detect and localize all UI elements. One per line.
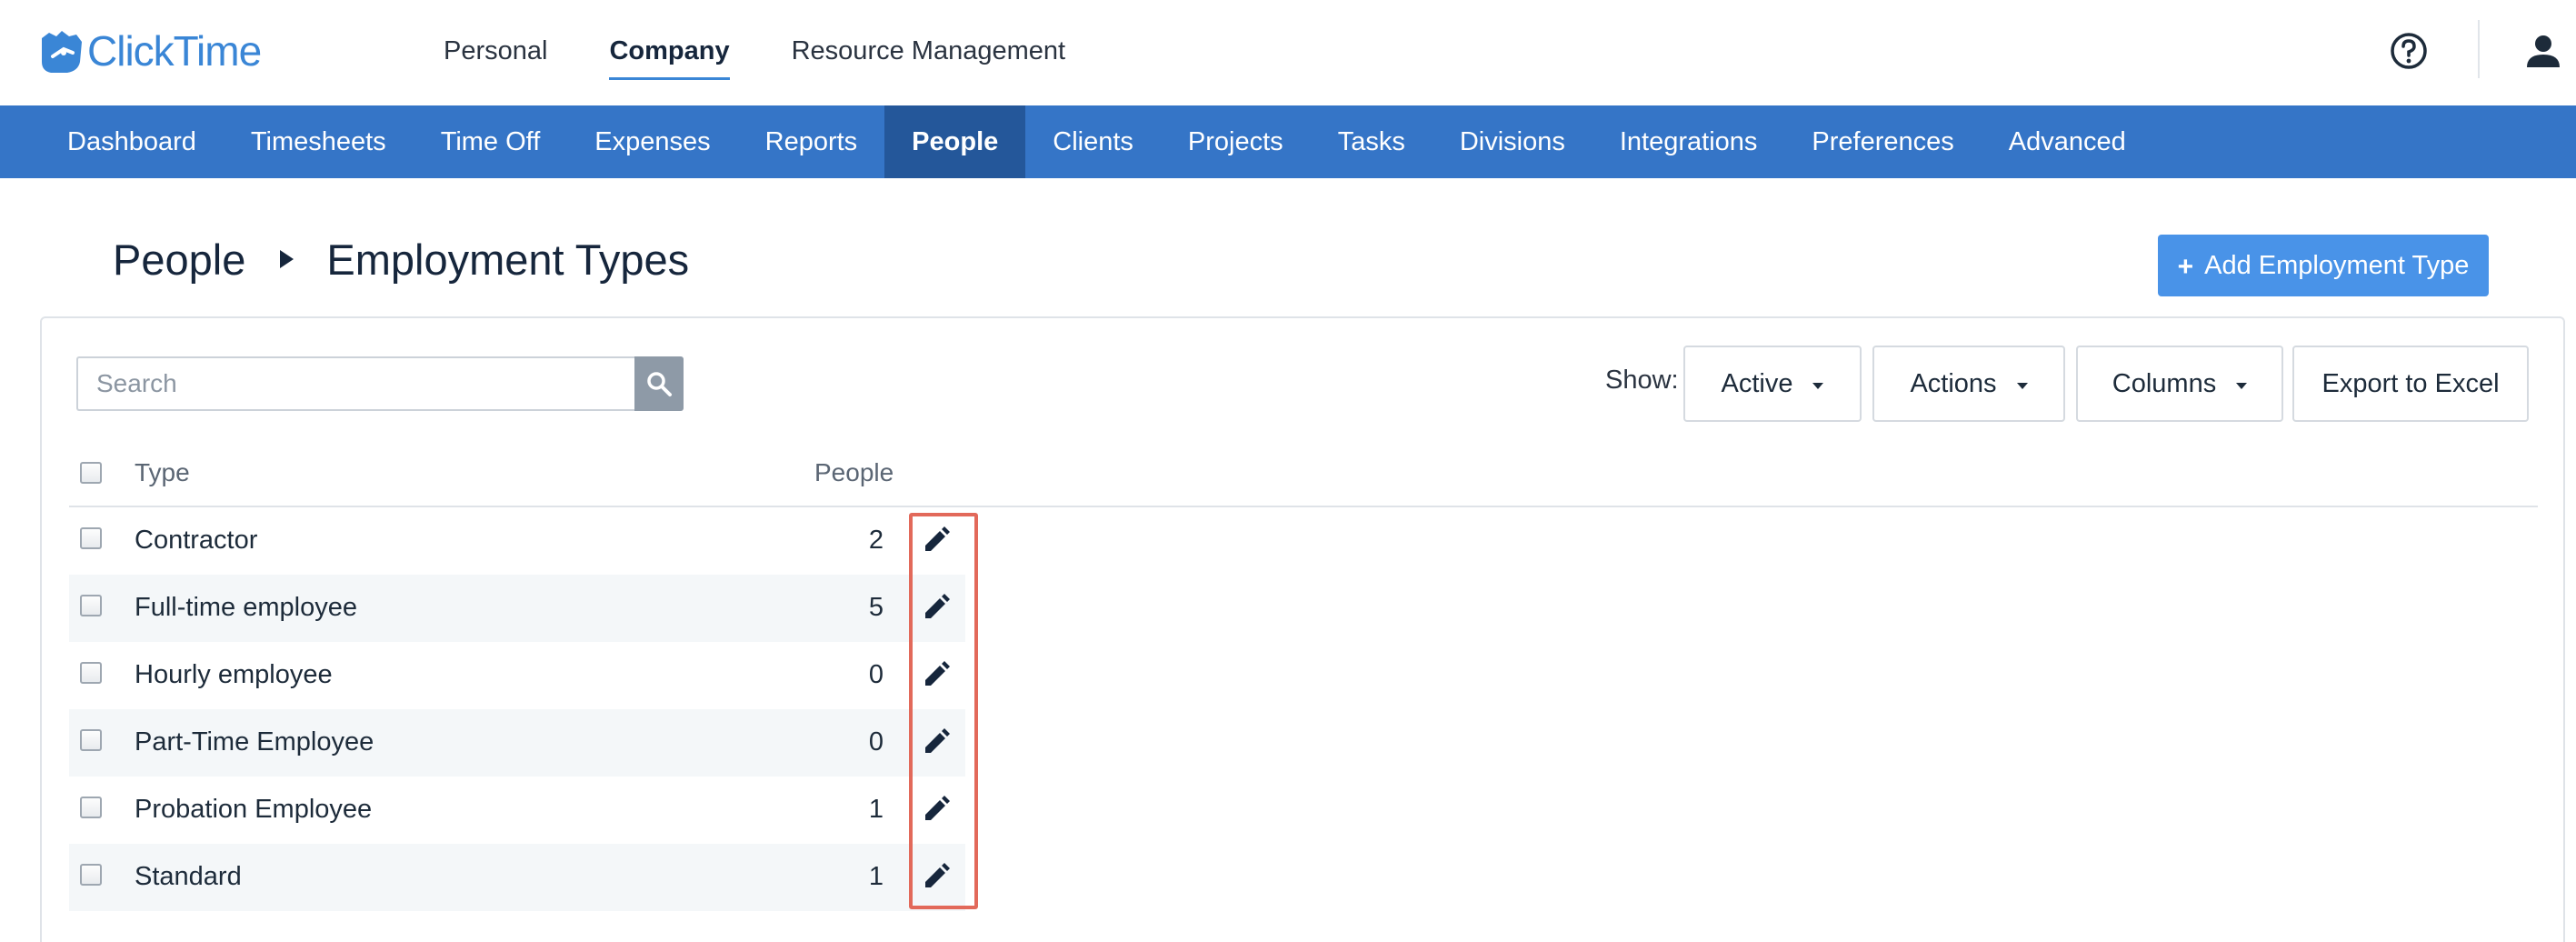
row-checkbox[interactable] xyxy=(80,864,102,886)
show-filter-dropdown[interactable]: Active xyxy=(1683,346,1862,422)
type-cell: Probation Employee xyxy=(135,795,373,824)
clicktime-logo-icon xyxy=(42,31,82,73)
people-count-cell: 5 xyxy=(868,593,884,622)
nav-expenses[interactable]: Expenses xyxy=(567,105,737,178)
breadcrumb: People Employment Types xyxy=(113,227,689,291)
row-checkbox[interactable] xyxy=(80,527,102,549)
show-label: Show: xyxy=(1605,366,1679,395)
nav-integrations[interactable]: Integrations xyxy=(1593,105,1785,178)
top-nav-resource-management[interactable]: Resource Management xyxy=(792,27,1065,78)
add-employment-type-label: Add Employment Type xyxy=(2204,250,2470,280)
table-row: Standard 1 xyxy=(69,844,965,911)
breadcrumb-parent[interactable]: People xyxy=(113,235,245,285)
type-cell: Full-time employee xyxy=(135,593,357,622)
nav-timesheets[interactable]: Timesheets xyxy=(224,105,414,178)
top-divider xyxy=(2478,20,2480,78)
show-filter-value: Active xyxy=(1721,368,1793,398)
caret-down-icon xyxy=(2236,382,2248,389)
columns-label: Columns xyxy=(2112,368,2217,398)
caret-down-icon xyxy=(2016,382,2028,389)
select-all-checkbox[interactable] xyxy=(80,462,102,484)
nav-time-off[interactable]: Time Off xyxy=(414,105,568,178)
top-nav-personal[interactable]: Personal xyxy=(444,27,547,78)
nav-advanced[interactable]: Advanced xyxy=(1982,105,2153,178)
top-nav: Personal Company Resource Management xyxy=(444,27,1127,80)
nav-tasks[interactable]: Tasks xyxy=(1311,105,1433,178)
nav-projects[interactable]: Projects xyxy=(1161,105,1311,178)
people-count-cell: 0 xyxy=(868,660,884,689)
add-employment-type-button[interactable]: + Add Employment Type xyxy=(2158,235,2489,296)
help-circle-icon[interactable] xyxy=(2389,31,2429,71)
row-checkbox[interactable] xyxy=(80,729,102,751)
row-checkbox[interactable] xyxy=(80,595,102,616)
nav-divisions[interactable]: Divisions xyxy=(1433,105,1593,178)
nav-preferences[interactable]: Preferences xyxy=(1784,105,1981,178)
page-title: Employment Types xyxy=(326,235,690,284)
column-header-type[interactable]: Type xyxy=(135,458,190,487)
table-row: Contractor 2 xyxy=(69,507,965,575)
nav-people[interactable]: People xyxy=(884,105,1026,178)
clicktime-logo[interactable]: ClickTime xyxy=(36,24,262,78)
table-header: Type People xyxy=(69,449,2538,507)
search-icon xyxy=(647,372,672,396)
table-row: Hourly employee 0 xyxy=(69,642,965,709)
search-input[interactable] xyxy=(76,356,634,411)
top-bar: ClickTime Personal Company Resource Mana… xyxy=(0,0,2576,105)
breadcrumb-arrow-icon xyxy=(280,250,295,268)
export-label: Export to Excel xyxy=(2321,368,2500,398)
table-row: Full-time employee 5 xyxy=(69,575,965,642)
plus-icon: + xyxy=(2177,252,2194,282)
export-to-excel-button[interactable]: Export to Excel xyxy=(2292,346,2529,422)
type-cell: Part-Time Employee xyxy=(135,727,374,757)
main-nav: Dashboard Timesheets Time Off Expenses R… xyxy=(0,105,2576,178)
type-cell: Contractor xyxy=(135,526,258,555)
type-cell: Hourly employee xyxy=(135,660,333,689)
people-count-cell: 0 xyxy=(868,727,884,757)
search-button[interactable] xyxy=(634,356,684,411)
top-nav-company[interactable]: Company xyxy=(609,27,730,80)
caret-down-icon xyxy=(1812,382,1824,389)
table-row: Part-Time Employee 0 xyxy=(69,709,965,777)
user-icon[interactable] xyxy=(2525,33,2561,69)
edit-column-highlight xyxy=(909,513,978,909)
columns-dropdown[interactable]: Columns xyxy=(2076,346,2283,422)
nav-reports[interactable]: Reports xyxy=(738,105,885,178)
nav-clients[interactable]: Clients xyxy=(1025,105,1161,178)
row-checkbox[interactable] xyxy=(80,797,102,818)
people-count-cell: 2 xyxy=(868,526,884,555)
people-count-cell: 1 xyxy=(868,795,884,824)
row-checkbox[interactable] xyxy=(80,662,102,684)
table-row: Probation Employee 1 xyxy=(69,777,965,844)
column-header-people[interactable]: People xyxy=(814,458,894,487)
people-count-cell: 1 xyxy=(868,862,884,891)
actions-label: Actions xyxy=(1910,368,1997,398)
type-cell: Standard xyxy=(135,862,242,891)
nav-dashboard[interactable]: Dashboard xyxy=(40,105,224,178)
actions-dropdown[interactable]: Actions xyxy=(1872,346,2065,422)
app-name: ClickTime xyxy=(87,27,262,75)
